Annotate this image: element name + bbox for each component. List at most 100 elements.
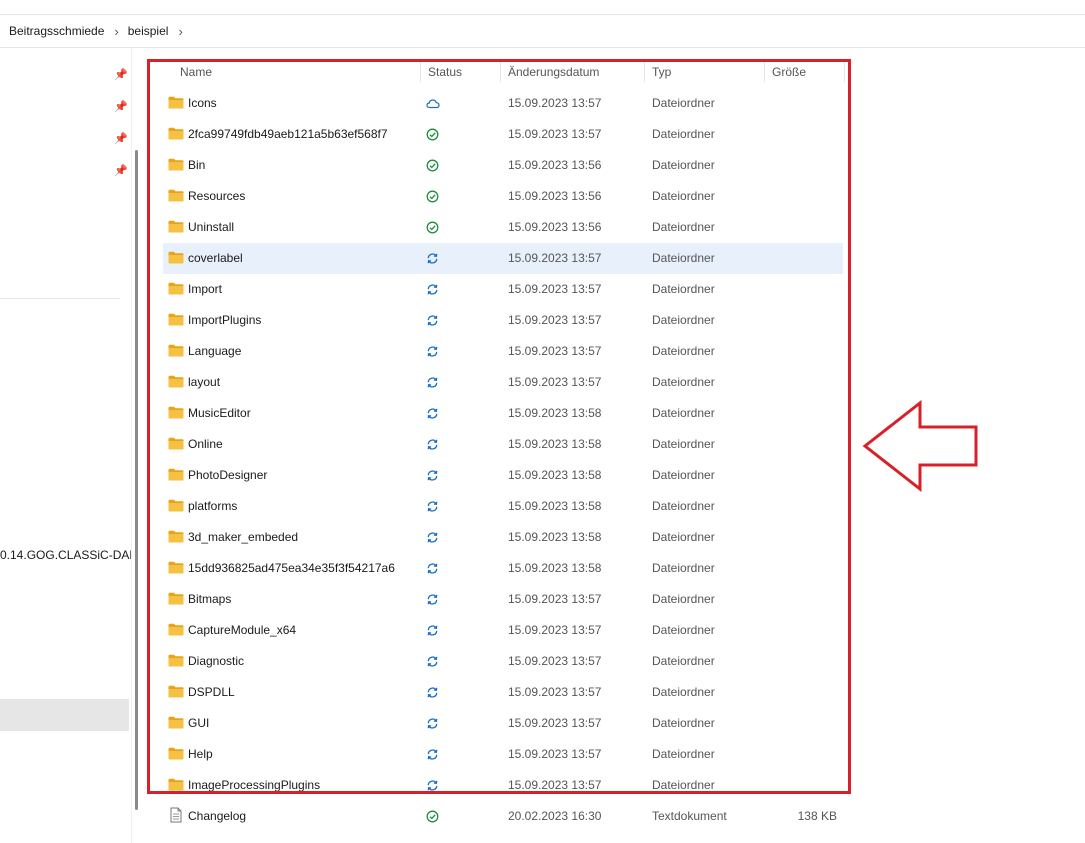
pin-icon[interactable]: 📌 bbox=[114, 133, 128, 145]
column-header-row: Name Status Änderungsdatum Typ Größe bbox=[160, 58, 850, 86]
column-header-name[interactable]: Name bbox=[180, 58, 212, 86]
table-row[interactable]: 15dd936825ad475ea34e35f3f54217a6 15.09.20… bbox=[163, 553, 843, 584]
file-name[interactable]: coverlabel bbox=[188, 243, 243, 274]
file-date: 15.09.2023 13:58 bbox=[508, 468, 602, 482]
status-synced-icon bbox=[426, 159, 439, 172]
folder-icon bbox=[168, 747, 184, 760]
file-name[interactable]: DSPDLL bbox=[188, 677, 235, 708]
file-name[interactable]: Import bbox=[188, 274, 222, 305]
file-type: Dateiordner bbox=[652, 189, 715, 203]
file-name[interactable]: Help bbox=[188, 739, 213, 770]
column-separator[interactable] bbox=[500, 62, 501, 82]
breadcrumb-item-beispiel[interactable]: beispiel bbox=[119, 24, 169, 38]
table-row[interactable]: Diagnostic 15.09.2023 13:57 Dateiordner bbox=[163, 646, 843, 677]
file-name[interactable]: ImageProcessingPlugins bbox=[188, 770, 320, 801]
file-name[interactable]: Diagnostic bbox=[188, 646, 244, 677]
file-name[interactable]: Uninstall bbox=[188, 212, 234, 243]
folder-icon bbox=[168, 313, 184, 326]
status-synced-icon bbox=[426, 810, 439, 823]
file-name[interactable]: Bitmaps bbox=[188, 584, 231, 615]
table-row[interactable]: Help 15.09.2023 13:57 Dateiordner bbox=[163, 739, 843, 770]
file-date: 15.09.2023 13:57 bbox=[508, 251, 602, 265]
sidebar-item-selected[interactable] bbox=[0, 699, 129, 731]
status-syncing-icon bbox=[426, 624, 439, 637]
file-type: Dateiordner bbox=[652, 654, 715, 668]
table-row[interactable]: Bin 15.09.2023 13:56 Dateiordner bbox=[163, 150, 843, 181]
table-row[interactable]: ImportPlugins 15.09.2023 13:57 Dateiordner bbox=[163, 305, 843, 336]
sidebar-item-truncated[interactable]: 0.14.GOG.CLASSiC-DARK bbox=[0, 548, 131, 562]
file-date: 15.09.2023 13:57 bbox=[508, 282, 602, 296]
folder-icon bbox=[168, 375, 184, 388]
file-name[interactable]: Language bbox=[188, 336, 241, 367]
file-name[interactable]: 2fca99749fdb49aeb121a5b63ef568f7 bbox=[188, 119, 388, 150]
table-row[interactable]: Import 15.09.2023 13:57 Dateiordner bbox=[163, 274, 843, 305]
file-date: 15.09.2023 13:57 bbox=[508, 685, 602, 699]
table-row[interactable]: 3d_maker_embeded 15.09.2023 13:58 Dateiord… bbox=[163, 522, 843, 553]
column-separator[interactable] bbox=[764, 62, 765, 82]
folder-icon bbox=[168, 499, 184, 512]
pane-divider bbox=[131, 48, 132, 843]
table-row[interactable]: GUI 15.09.2023 13:57 Dateiordner bbox=[163, 708, 843, 739]
table-row[interactable]: CaptureModule_x64 15.09.2023 13:57 Dateior… bbox=[163, 615, 843, 646]
table-row[interactable]: 2fca99749fdb49aeb121a5b63ef568f7 15.09.20… bbox=[163, 119, 843, 150]
table-row[interactable]: Uninstall 15.09.2023 13:56 Dateiordner bbox=[163, 212, 843, 243]
table-row[interactable]: Language 15.09.2023 13:57 Dateiordner bbox=[163, 336, 843, 367]
file-date: 15.09.2023 13:57 bbox=[508, 375, 602, 389]
file-type: Dateiordner bbox=[652, 716, 715, 730]
table-row[interactable]: Bitmaps 15.09.2023 13:57 Dateiordner bbox=[163, 584, 843, 615]
column-separator[interactable] bbox=[420, 62, 421, 82]
table-row[interactable]: DSPDLL 15.09.2023 13:57 Dateiordner bbox=[163, 677, 843, 708]
file-date: 15.09.2023 13:58 bbox=[508, 499, 602, 513]
file-name[interactable]: layout bbox=[188, 367, 220, 398]
file-date: 15.09.2023 13:58 bbox=[508, 406, 602, 420]
file-date: 15.09.2023 13:57 bbox=[508, 96, 602, 110]
table-row[interactable]: PhotoDesigner 15.09.2023 13:58 Dateiordner bbox=[163, 460, 843, 491]
file-name[interactable]: Bin bbox=[188, 150, 205, 181]
file-name[interactable]: ImportPlugins bbox=[188, 305, 261, 336]
table-row[interactable]: Resources 15.09.2023 13:56 Dateiordner bbox=[163, 181, 843, 212]
table-row[interactable]: ImageProcessingPlugins 15.09.2023 13:57 Da… bbox=[163, 770, 843, 801]
file-name[interactable]: MusicEditor bbox=[188, 398, 251, 429]
table-row[interactable]: MusicEditor 15.09.2023 13:58 Dateiordner bbox=[163, 398, 843, 429]
file-name[interactable]: 3d_maker_embeded bbox=[188, 522, 298, 553]
table-row[interactable]: layout 15.09.2023 13:57 Dateiordner bbox=[163, 367, 843, 398]
column-separator[interactable] bbox=[644, 62, 645, 82]
chevron-right-icon[interactable]: › bbox=[104, 24, 118, 39]
table-row[interactable]: Changelog 20.02.2023 16:30 Textdokument 138… bbox=[163, 801, 843, 832]
file-name[interactable]: PhotoDesigner bbox=[188, 460, 267, 491]
navigation-pane: 📌 📌 📌 📌 0.14.GOG.CLASSiC-DARK bbox=[0, 48, 131, 843]
folder-icon bbox=[168, 344, 184, 357]
file-name[interactable]: Changelog bbox=[188, 801, 246, 832]
pin-icon[interactable]: 📌 bbox=[114, 165, 128, 177]
pin-icon[interactable]: 📌 bbox=[114, 101, 128, 113]
file-date: 15.09.2023 13:57 bbox=[508, 623, 602, 637]
column-header-date[interactable]: Änderungsdatum bbox=[508, 58, 599, 86]
file-name[interactable]: GUI bbox=[188, 708, 209, 739]
chevron-right-icon[interactable]: › bbox=[168, 24, 182, 39]
file-name[interactable]: CaptureModule_x64 bbox=[188, 615, 296, 646]
file-name[interactable]: platforms bbox=[188, 491, 237, 522]
folder-icon bbox=[168, 685, 184, 698]
status-syncing-icon bbox=[426, 345, 439, 358]
column-separator[interactable] bbox=[844, 62, 845, 82]
file-date: 15.09.2023 13:57 bbox=[508, 778, 602, 792]
file-name[interactable]: Resources bbox=[188, 181, 245, 212]
file-type: Dateiordner bbox=[652, 313, 715, 327]
column-header-size[interactable]: Größe bbox=[772, 58, 806, 86]
file-name[interactable]: Icons bbox=[188, 88, 217, 119]
sidebar-scrollbar[interactable] bbox=[135, 150, 138, 810]
pin-icon[interactable]: 📌 bbox=[114, 69, 128, 81]
file-date: 15.09.2023 13:56 bbox=[508, 220, 602, 234]
breadcrumb-item-beitragsschmiede[interactable]: Beitragsschmiede bbox=[0, 24, 104, 38]
table-row[interactable]: Icons 15.09.2023 13:57 Dateiordner bbox=[163, 88, 843, 119]
table-row[interactable]: platforms 15.09.2023 13:58 Dateiordner bbox=[163, 491, 843, 522]
status-cloud-icon bbox=[426, 97, 440, 110]
text-file-icon bbox=[168, 807, 184, 823]
file-name[interactable]: 15dd936825ad475ea34e35f3f54217a6 bbox=[188, 553, 395, 584]
file-name[interactable]: Online bbox=[188, 429, 223, 460]
column-header-status[interactable]: Status bbox=[428, 58, 462, 86]
column-header-type[interactable]: Typ bbox=[652, 58, 671, 86]
table-row[interactable]: coverlabel 15.09.2023 13:57 Dateiordner bbox=[163, 243, 843, 274]
folder-icon bbox=[168, 282, 184, 295]
table-row[interactable]: Online 15.09.2023 13:58 Dateiordner bbox=[163, 429, 843, 460]
